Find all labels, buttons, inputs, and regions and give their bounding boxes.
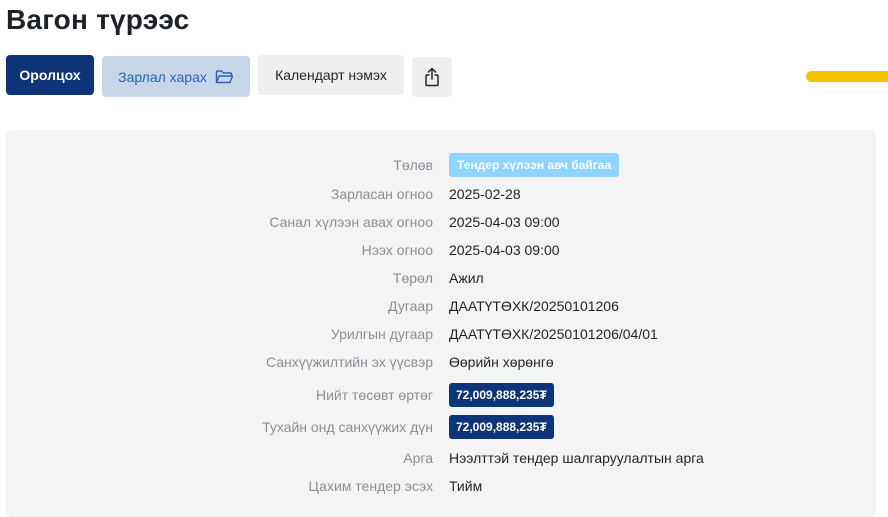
page-title: Вагон түрээс <box>6 4 190 35</box>
info-row-method: Арга Нээлттэй тендер шалгаруулалтын арга <box>6 446 876 472</box>
annual-funding-badge: 72,009,888,235₮ <box>449 415 554 439</box>
view-announcement-button[interactable]: Зарлал харах <box>102 56 250 97</box>
funding-source-value: Өөрийн хөрөнгө <box>449 354 554 370</box>
info-row-opening-date: Нээх огноо 2025-04-03 09:00 <box>6 238 876 264</box>
info-row-total-budget: Нийт төсөвт өртөг 72,009,888,235₮ <box>6 383 876 409</box>
info-row-announced-date: Зарласан огноо 2025-02-28 <box>6 182 876 208</box>
bid-deadline-label: Санал хүлээн авах огноо <box>269 214 433 230</box>
accent-decoration <box>806 71 888 82</box>
opening-date-value: 2025-04-03 09:00 <box>449 242 560 258</box>
info-row-status: Төлөв Тендер хүлээн авч байгаа <box>6 153 876 179</box>
opening-date-label: Нээх огноо <box>361 242 433 258</box>
e-tender-value: Тийм <box>449 478 483 494</box>
announced-date-label: Зарласан огноо <box>330 186 433 202</box>
total-budget-label: Нийт төсөвт өртөг <box>315 387 433 403</box>
e-tender-label: Цахим тендер эсэх <box>308 478 433 494</box>
share-button[interactable] <box>412 57 452 97</box>
bid-deadline-value: 2025-04-03 09:00 <box>449 214 560 230</box>
invitation-number-value: ДААТҮТӨХК/20250101206/04/01 <box>449 326 658 342</box>
tender-info-card: Төлөв Тендер хүлээн авч байгаа Зарласан … <box>6 130 876 517</box>
funding-source-label: Санхүүжилтийн эх үүсвэр <box>265 354 433 370</box>
participate-button[interactable]: Оролцох <box>6 55 94 95</box>
share-icon <box>424 67 440 87</box>
method-value: Нээлттэй тендер шалгаруулалтын арга <box>449 450 704 466</box>
type-label: Төрөл <box>392 270 433 286</box>
status-badge: Тендер хүлээн авч байгаа <box>449 153 620 177</box>
info-row-number: Дугаар ДААТҮТӨХК/20250101206 <box>6 294 876 320</box>
number-value: ДААТҮТӨХК/20250101206 <box>449 298 619 314</box>
type-value: Ажил <box>449 270 484 286</box>
method-label: Арга <box>403 450 433 466</box>
announced-date-value: 2025-02-28 <box>449 186 521 202</box>
annual-funding-label: Тухайн онд санхүүжих дүн <box>262 419 433 435</box>
total-budget-badge: 72,009,888,235₮ <box>449 383 554 407</box>
status-label: Төлөв <box>393 157 433 173</box>
info-row-e-tender: Цахим тендер эсэх Тийм <box>6 474 876 500</box>
info-row-funding-source: Санхүүжилтийн эх үүсвэр Өөрийн хөрөнгө <box>6 350 876 376</box>
number-label: Дугаар <box>388 298 433 314</box>
info-row-type: Төрөл Ажил <box>6 266 876 292</box>
add-to-calendar-button[interactable]: Календарт нэмэх <box>258 55 404 95</box>
info-row-annual-funding: Тухайн онд санхүүжих дүн 72,009,888,235₮ <box>6 415 876 441</box>
folder-icon <box>215 69 234 85</box>
view-announcement-label: Зарлал харах <box>118 68 207 85</box>
info-row-invitation-number: Урилгын дугаар ДААТҮТӨХК/20250101206/04/… <box>6 322 876 348</box>
info-row-bid-deadline: Санал хүлээн авах огноо 2025-04-03 09:00 <box>6 210 876 236</box>
invitation-number-label: Урилгын дугаар <box>330 326 433 342</box>
